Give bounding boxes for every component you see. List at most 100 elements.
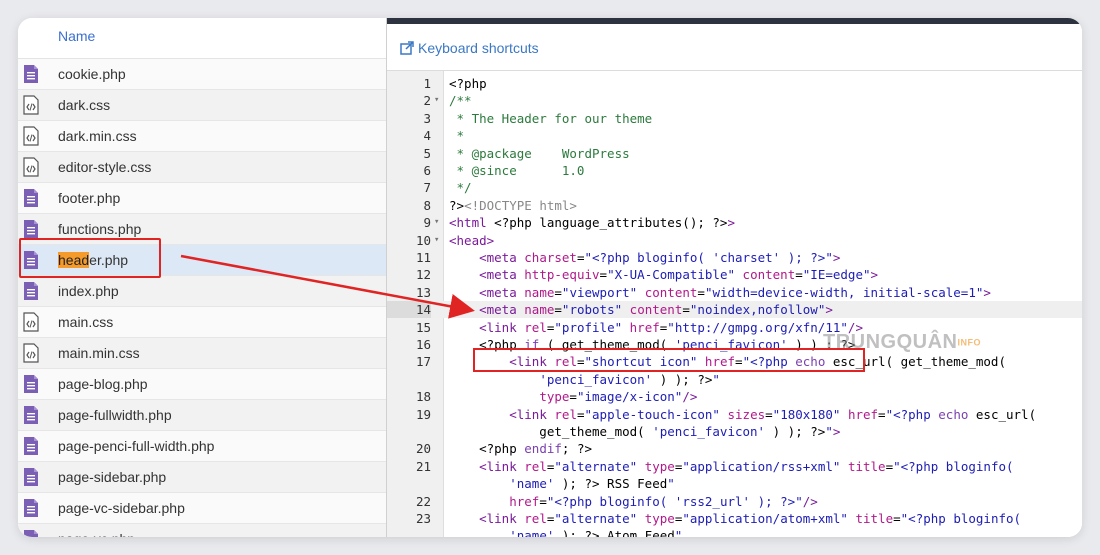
document-file-icon	[23, 219, 39, 239]
code-line[interactable]: 'name' ); ?> RSS Feed"	[387, 475, 1082, 492]
code-line[interactable]: 1 <?php	[387, 75, 1082, 92]
file-row[interactable]: page-vc-sidebar.php	[18, 493, 386, 524]
line-number: 2	[423, 93, 431, 109]
line-number: 5	[423, 145, 431, 161]
code-text: *	[449, 128, 465, 144]
line-number: 13	[415, 284, 431, 300]
file-row[interactable]: index.php	[18, 276, 386, 307]
code-text: <?php endif; ?>	[449, 441, 593, 457]
code-line[interactable]: 22 href="<?php bloginfo( 'rss2_url' ); ?…	[387, 493, 1082, 510]
code-file-icon	[23, 157, 39, 177]
file-name: page-fullwidth.php	[58, 407, 172, 423]
name-column-header[interactable]: Name	[58, 28, 95, 44]
line-number: 18	[415, 389, 431, 405]
file-row[interactable]: footer.php	[18, 183, 386, 214]
file-list-panel: Name cookie.php dark.css dark.min.css edito…	[18, 18, 386, 537]
file-name: footer.php	[58, 190, 121, 206]
code-line[interactable]: 9 ▾ <html <?php language_attributes(); ?>>	[387, 214, 1082, 231]
code-line[interactable]: 14 <meta name="robots" content="noindex,…	[387, 301, 1082, 319]
code-text: <link rel="profile" href="http://gmpg.or…	[479, 319, 863, 335]
code-file-icon	[23, 95, 39, 115]
fold-arrow-icon[interactable]: ▾	[434, 232, 439, 249]
document-file-icon	[23, 374, 39, 394]
file-list-header: Name	[18, 18, 386, 59]
external-link-icon	[400, 41, 414, 55]
file-name: cookie.php	[58, 66, 126, 82]
file-row[interactable]: page-blog.php	[18, 369, 386, 400]
file-row[interactable]: dark.css	[18, 90, 386, 121]
document-file-icon	[23, 436, 39, 456]
document-file-icon	[23, 405, 39, 425]
file-name: dark.css	[58, 97, 111, 113]
code-line[interactable]: 23 <link rel="alternate" type="applicati…	[387, 510, 1082, 527]
code-line[interactable]: 13 <meta name="viewport" content="width=…	[387, 284, 1082, 301]
code-area[interactable]: 1 <?php 2 ▾/** 3 * The Header for our theme 4…	[387, 70, 1082, 537]
file-name: page-sidebar.php	[58, 469, 167, 485]
line-number: 20	[415, 441, 431, 457]
line-number: 16	[415, 337, 431, 352]
document-file-icon	[23, 281, 39, 301]
line-number: 9	[423, 215, 431, 231]
keyboard-shortcuts-link[interactable]: Keyboard shortcuts	[400, 40, 539, 56]
code-line[interactable]: 6 * @since 1.0	[387, 162, 1082, 179]
code-text: <meta name="robots" content="noindex,nof…	[479, 302, 833, 318]
code-line[interactable]: 4 *	[387, 127, 1082, 144]
line-number: 1	[423, 76, 431, 91]
file-name: page-blog.php	[58, 376, 148, 392]
line-number: 21	[415, 458, 431, 474]
fold-arrow-icon[interactable]: ▾	[434, 214, 439, 231]
file-row[interactable]: editor-style.css	[18, 152, 386, 183]
watermark-tag: INFO	[957, 337, 981, 348]
code-file-icon	[23, 126, 39, 146]
editor-top-bar	[387, 18, 1082, 24]
fold-arrow-icon[interactable]: ▾	[434, 92, 439, 109]
code-text: 'name' ); ?> Atom Feed"	[509, 528, 683, 537]
document-file-icon	[23, 498, 39, 518]
file-row[interactable]: cookie.php	[18, 59, 386, 90]
line-number: 23	[415, 511, 431, 526]
code-text: 'name' ); ?> RSS Feed"	[509, 476, 675, 492]
file-name: page-vc-sidebar.php	[58, 500, 185, 516]
file-row[interactable]: main.min.css	[18, 338, 386, 369]
code-line[interactable]: 8 ?><!DOCTYPE html>	[387, 197, 1082, 214]
line-number: 7	[423, 180, 431, 196]
code-text: <link rel="apple-touch-icon" sizes="180x…	[509, 406, 1037, 422]
code-line[interactable]: 21 <link rel="alternate" type="applicati…	[387, 458, 1082, 475]
file-row[interactable]: page-fullwidth.php	[18, 400, 386, 431]
file-row[interactable]: page-sidebar.php	[18, 462, 386, 493]
code-line[interactable]: 11 <meta charset="<?php bloginfo( 'chars…	[387, 249, 1082, 266]
code-line[interactable]: 7 */	[387, 179, 1082, 196]
line-number: 3	[423, 110, 431, 126]
code-text: /**	[449, 93, 472, 109]
line-number: 22	[415, 493, 431, 509]
file-row[interactable]: dark.min.css	[18, 121, 386, 152]
file-row[interactable]: main.css	[18, 307, 386, 338]
code-line[interactable]: 'name' ); ?> Atom Feed"	[387, 527, 1082, 537]
code-text: <link rel="alternate" type="application/…	[479, 511, 1022, 526]
code-text: href="<?php bloginfo( 'rss2_url' ); ?>"/…	[509, 493, 818, 509]
keyboard-shortcuts-label: Keyboard shortcuts	[418, 40, 539, 56]
code-line[interactable]: 10 ▾ <head>	[387, 232, 1082, 249]
file-name: dark.min.css	[58, 128, 137, 144]
line-number	[387, 423, 431, 440]
line-number: 12	[415, 267, 431, 283]
code-line[interactable]: 19 <link rel="apple-touch-icon" sizes="1…	[387, 406, 1082, 423]
line-number: 15	[415, 319, 431, 335]
code-line[interactable]: get_theme_mod( 'penci_favicon' ) ); ?>">	[387, 423, 1082, 440]
file-row[interactable]: page-vc.php	[18, 524, 386, 537]
line-number	[387, 475, 431, 492]
code-line[interactable]: 3 * The Header for our theme	[387, 110, 1082, 127]
code-file-icon	[23, 312, 39, 332]
code-line[interactable]: 2 ▾ /**	[387, 92, 1082, 109]
document-file-icon	[23, 529, 39, 537]
code-line[interactable]: 20 <?php endif; ?>	[387, 440, 1082, 457]
file-row[interactable]: page-penci-full-width.php	[18, 431, 386, 462]
code-line[interactable]: 5 * @package WordPress	[387, 145, 1082, 162]
line-number	[387, 371, 431, 388]
line-number: 10	[415, 232, 431, 248]
code-text: type="image/x-icon"/>	[539, 389, 698, 405]
document-file-icon	[23, 467, 39, 487]
code-line[interactable]: 12 <meta http-equiv="X-UA-Compatible" co…	[387, 266, 1082, 283]
code-line[interactable]: 18 type="image/x-icon"/>	[387, 388, 1082, 405]
code-line[interactable]: 'penci_favicon' ) ); ?>"	[387, 371, 1082, 388]
